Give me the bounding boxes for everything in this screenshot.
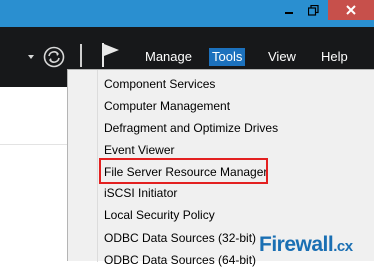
refresh-icon[interactable] — [43, 46, 65, 68]
menu-item-iscsi-initiator[interactable]: iSCSI Initiator — [104, 183, 177, 203]
restore-icon — [307, 4, 319, 16]
chevron-down-icon[interactable] — [28, 55, 34, 59]
logo-name: Firewall — [259, 233, 334, 256]
minimize-button[interactable] — [277, 0, 301, 20]
close-icon — [346, 5, 356, 15]
close-button[interactable] — [328, 0, 374, 20]
menu-item-local-security-policy[interactable]: Local Security Policy — [104, 205, 215, 225]
menu-manage[interactable]: Manage — [142, 48, 195, 66]
left-pane — [0, 87, 68, 261]
minimize-icon — [285, 12, 293, 14]
menu-item-computer-management[interactable]: Computer Management — [104, 96, 230, 116]
toolbar-separator — [80, 44, 82, 67]
menu-item-event-viewer[interactable]: Event Viewer — [104, 140, 174, 160]
restore-button[interactable] — [301, 0, 325, 20]
menu-help[interactable]: Help — [318, 48, 351, 66]
menu-tools[interactable]: Tools — [209, 48, 246, 66]
highlight-box — [99, 158, 268, 184]
firewall-cx-logo: Firewall.cx — [259, 233, 353, 259]
menu-view[interactable]: View — [265, 48, 299, 66]
menu-item-component-services[interactable]: Component Services — [104, 74, 215, 94]
left-pane-divider — [0, 144, 68, 145]
menu-item-odbc-64[interactable]: ODBC Data Sources (64-bit) — [104, 250, 256, 270]
title-bar — [0, 0, 374, 27]
notifications-flag-icon[interactable] — [101, 42, 121, 68]
menu-item-odbc-32[interactable]: ODBC Data Sources (32-bit) — [104, 228, 256, 248]
menu-gutter — [97, 70, 98, 262]
menu-item-defragment[interactable]: Defragment and Optimize Drives — [104, 118, 278, 138]
logo-tld: .cx — [333, 238, 353, 255]
